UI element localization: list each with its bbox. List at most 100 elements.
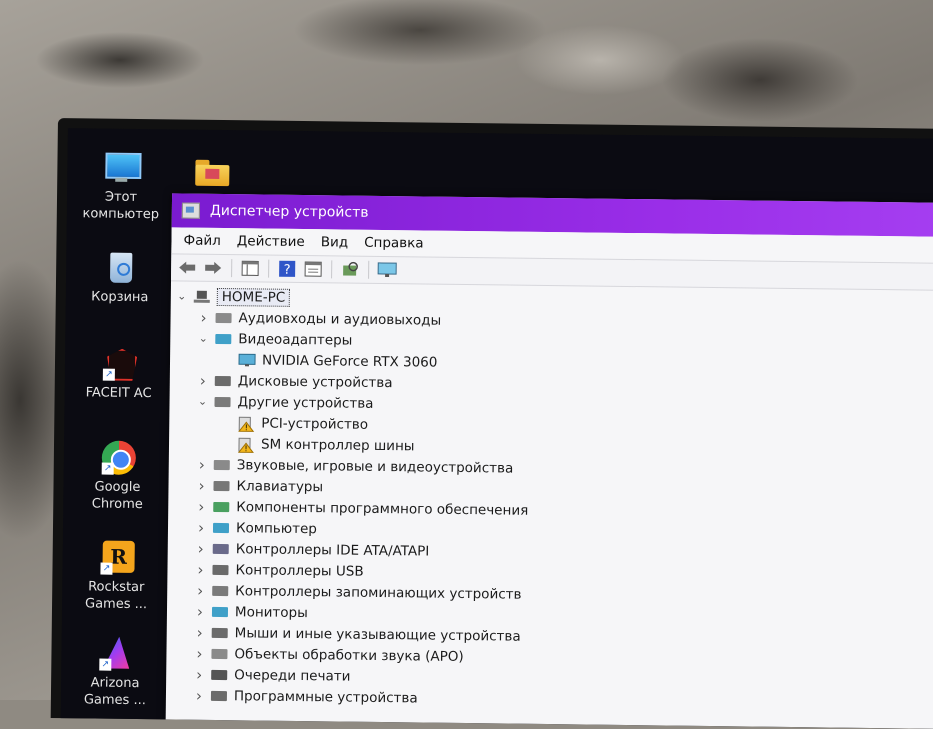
desktop-icon-label: Google Chrome xyxy=(69,478,165,513)
tree-category-label: Другие устройства xyxy=(237,394,373,412)
chevron-right-icon[interactable]: › xyxy=(193,560,207,578)
tree-category-label: Дисковые устройства xyxy=(238,373,393,391)
chevron-right-icon[interactable]: › xyxy=(194,539,208,557)
desktop-icon-recycle-bin[interactable]: Корзина xyxy=(72,250,169,306)
menu-help[interactable]: Справка xyxy=(358,235,434,252)
device-category-icon xyxy=(211,583,229,597)
toolbar-separator xyxy=(268,260,269,278)
tree-category-label: Аудиовходы и аудиовыходы xyxy=(238,310,441,328)
chevron-right-icon[interactable]: › xyxy=(192,644,206,662)
tree-category-label: Звуковые, игровые и видеоустройства xyxy=(237,457,514,476)
chevron-right-icon[interactable]: › xyxy=(194,518,208,536)
properties-pane-icon[interactable] xyxy=(240,259,260,277)
tree-category-label: Клавиатуры xyxy=(236,478,323,495)
monitor-bezel: Этот компьютер Корзина ↗ FACEIT AC ↗ Goo… xyxy=(51,118,933,729)
monitor-icon[interactable] xyxy=(377,261,397,279)
details-icon[interactable] xyxy=(303,260,323,278)
chevron-right-icon[interactable]: › xyxy=(196,308,210,326)
desktop: Этот компьютер Корзина ↗ FACEIT AC ↗ Goo… xyxy=(61,128,933,729)
device-category-icon xyxy=(212,520,230,534)
desktop-icon-label: Arizona Games ... xyxy=(67,674,163,709)
desktop-icon-rockstar[interactable]: R ↗ Rockstar Games ... xyxy=(68,540,165,613)
warning-icon: ! xyxy=(237,416,255,430)
chevron-right-icon[interactable]: › xyxy=(193,581,207,599)
svg-text:!: ! xyxy=(245,423,248,432)
desktop-icon-label: FACEIT AC xyxy=(71,384,167,402)
chevron-down-icon[interactable]: ⌄ xyxy=(195,395,209,408)
warning-icon: ! xyxy=(237,437,255,451)
tree-category-label: Мыши и иные указывающие устройства xyxy=(235,625,521,644)
toolbar-separator xyxy=(231,259,232,277)
device-category-icon xyxy=(212,478,230,492)
chevron-right-icon[interactable]: › xyxy=(194,476,208,494)
recycle-bin-icon xyxy=(102,251,138,285)
scan-hardware-icon[interactable] xyxy=(340,260,360,278)
computer-icon xyxy=(193,289,211,303)
menu-action[interactable]: Действие xyxy=(231,233,315,250)
tree-category-label: Контроллеры IDE ATA/ATAPI xyxy=(236,541,430,559)
desktop-icon-faceit[interactable]: ↗ FACEIT AC xyxy=(71,346,168,402)
desktop-icon-chrome[interactable]: ↗ Google Chrome xyxy=(69,440,166,513)
tree-device-label: SM контроллер шины xyxy=(261,436,415,454)
display-adapter-icon xyxy=(238,353,256,367)
chevron-right-icon[interactable]: › xyxy=(196,371,210,389)
chevron-right-icon[interactable]: › xyxy=(192,665,206,683)
device-category-icon xyxy=(214,373,232,387)
desktop-icon-label: Rockstar Games ... xyxy=(68,578,164,613)
this-pc-icon xyxy=(103,151,139,185)
back-icon[interactable] xyxy=(177,258,197,276)
shortcut-arrow-icon: ↗ xyxy=(99,659,111,671)
tree-items: ›Аудиовходы и аудиовыходы⌄ВидеоадаптерыN… xyxy=(166,306,933,715)
menu-file[interactable]: Файл xyxy=(177,232,230,249)
device-tree: ⌄ HOME-PC › Аудиовходы и аудиовыходы ⌄ Виде… xyxy=(166,281,933,715)
chevron-down-icon[interactable]: ⌄ xyxy=(196,332,210,345)
device-category-icon xyxy=(214,331,232,345)
arizona-icon: ↗ xyxy=(97,637,133,671)
svg-text:?: ? xyxy=(284,263,291,278)
forward-icon[interactable] xyxy=(203,259,223,277)
window-title: Диспетчер устройств xyxy=(210,203,369,221)
device-manager-window: Диспетчер устройств Файл Действие Вид Сп… xyxy=(165,193,933,729)
help-icon[interactable]: ? xyxy=(277,260,297,278)
faceit-icon: ↗ xyxy=(101,347,137,381)
rockstar-icon: R ↗ xyxy=(98,541,134,575)
chevron-right-icon[interactable]: › xyxy=(192,686,206,704)
shortcut-arrow-icon: ↗ xyxy=(100,563,112,575)
folder-icon[interactable] xyxy=(195,160,229,186)
tree-category-label: Видеоадаптеры xyxy=(238,331,352,348)
chevron-down-icon[interactable]: ⌄ xyxy=(175,289,189,302)
desktop-icon-this-pc[interactable]: Этот компьютер xyxy=(73,150,170,223)
tree-category-label: Программные устройства xyxy=(234,688,418,706)
svg-text:!: ! xyxy=(244,444,247,453)
computer-name: HOME-PC xyxy=(217,287,291,306)
device-category-icon xyxy=(210,646,228,660)
shortcut-arrow-icon: ↗ xyxy=(103,369,115,381)
chevron-right-icon[interactable]: › xyxy=(194,497,208,515)
device-category-icon xyxy=(213,457,231,471)
device-category-icon xyxy=(211,625,229,639)
tree-category-label: Мониторы xyxy=(235,604,308,621)
device-category-icon xyxy=(212,499,230,513)
shortcut-arrow-icon: ↗ xyxy=(102,463,114,475)
chrome-icon: ↗ xyxy=(100,441,136,475)
chevron-right-icon[interactable]: › xyxy=(193,602,207,620)
device-category-icon xyxy=(212,541,230,555)
desktop-icon-label: Корзина xyxy=(72,288,168,306)
tree-category-label: Контроллеры запоминающих устройств xyxy=(235,583,521,602)
tree-category-label: Очереди печати xyxy=(234,667,350,684)
tree-category-label: Компоненты программного обеспечения xyxy=(236,499,528,519)
desktop-icon-arizona[interactable]: ↗ Arizona Games ... xyxy=(67,636,164,709)
chevron-right-icon[interactable]: › xyxy=(193,623,207,641)
tree-category-label: Объекты обработки звука (APO) xyxy=(234,646,463,665)
menu-view[interactable]: Вид xyxy=(315,234,359,251)
device-category-icon xyxy=(213,394,231,408)
toolbar-separator xyxy=(368,261,369,279)
device-category-icon xyxy=(214,310,232,324)
device-category-icon xyxy=(210,667,228,681)
device-category-icon xyxy=(211,604,229,618)
tree-device-label: PCI-устройство xyxy=(261,415,368,432)
tree-category-label: Компьютер xyxy=(236,520,317,537)
chevron-right-icon[interactable]: › xyxy=(195,455,209,473)
tree-category-label: Контроллеры USB xyxy=(235,562,363,580)
device-category-icon xyxy=(210,688,228,702)
